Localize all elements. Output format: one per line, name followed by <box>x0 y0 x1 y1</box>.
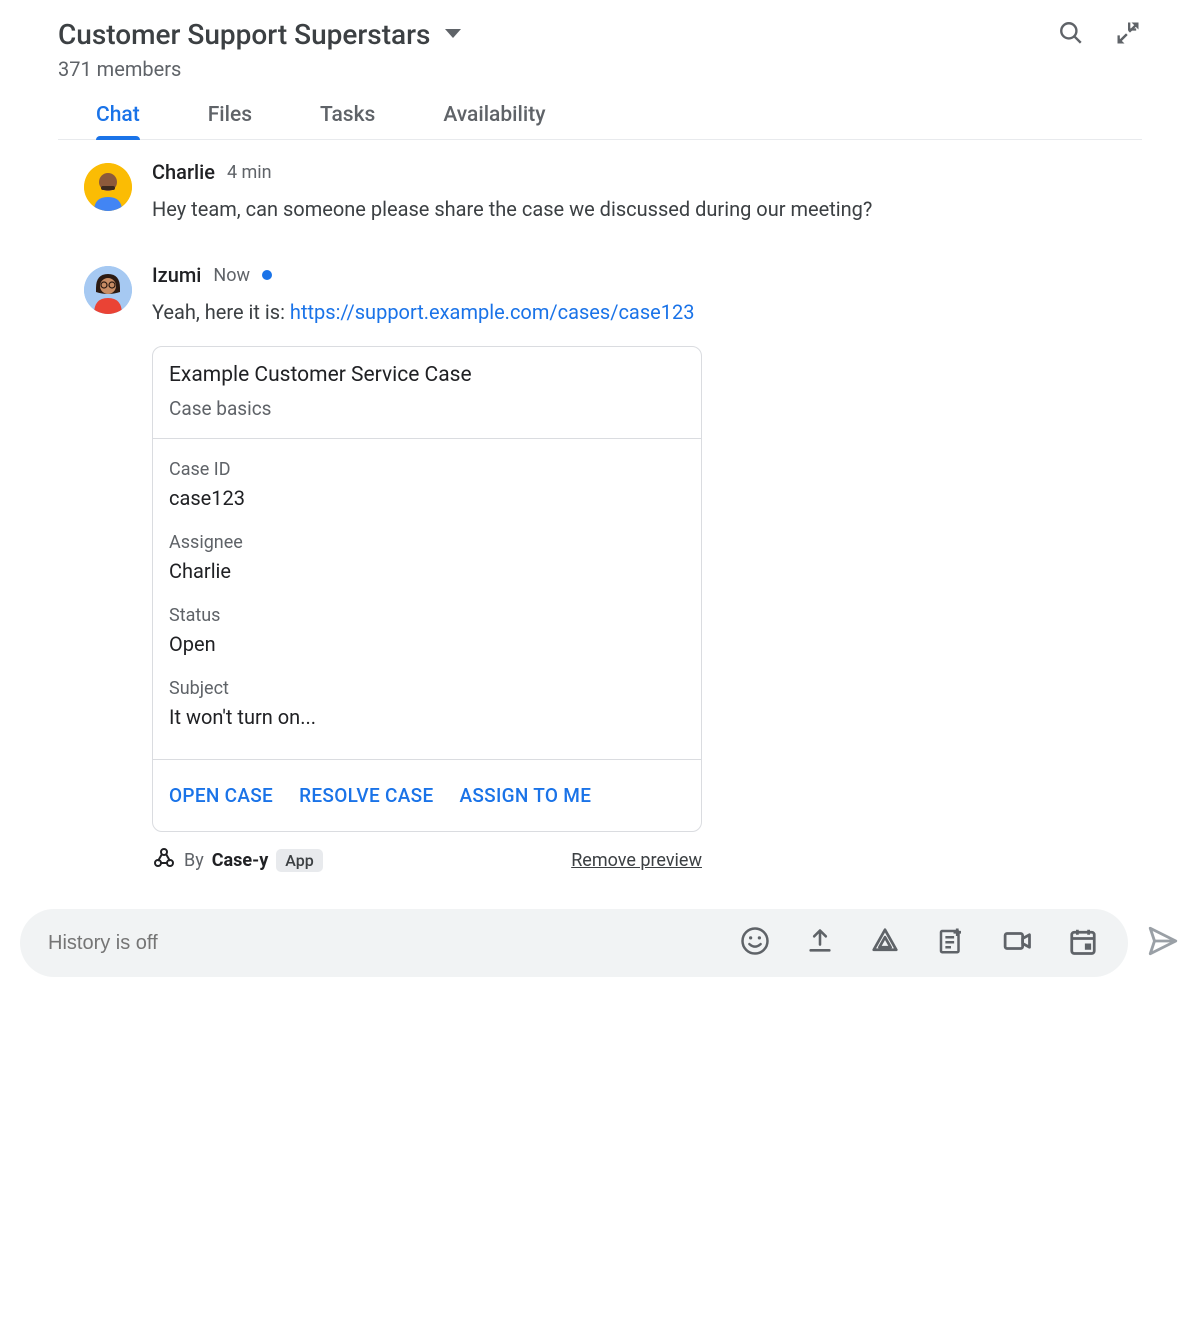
app-badge: App <box>276 849 322 872</box>
upload-icon[interactable] <box>806 927 834 959</box>
room-title: Customer Support Superstars <box>58 18 430 51</box>
drive-icon[interactable] <box>870 926 900 960</box>
remove-preview-link[interactable]: Remove preview <box>571 850 702 871</box>
tab-files[interactable]: Files <box>208 103 252 139</box>
emoji-icon[interactable] <box>740 926 770 960</box>
collapse-icon[interactable] <box>1114 19 1142 51</box>
message-timestamp: Now <box>213 265 250 286</box>
message-link[interactable]: https://support.example.com/cases/case12… <box>290 300 695 324</box>
field-value: Charlie <box>169 559 685 583</box>
message-sender: Izumi <box>152 263 201 287</box>
field-label: Status <box>169 605 685 626</box>
message: Izumi Now Yeah, here it is: https://supp… <box>84 263 1142 875</box>
resolve-case-button[interactable]: RESOLVE CASE <box>299 784 433 807</box>
message-timestamp: 4 min <box>227 162 272 183</box>
card-title: Example Customer Service Case <box>169 363 685 387</box>
tab-chat[interactable]: Chat <box>96 103 140 139</box>
field-label: Subject <box>169 678 685 699</box>
assign-to-me-button[interactable]: ASSIGN TO ME <box>459 784 591 807</box>
preview-card: Example Customer Service Case Case basic… <box>152 346 702 832</box>
message: Charlie 4 min Hey team, can someone plea… <box>84 160 1142 225</box>
message-input[interactable] <box>48 932 740 955</box>
chevron-down-icon[interactable] <box>444 25 462 44</box>
message-composer[interactable] <box>20 909 1128 977</box>
field-value: case123 <box>169 486 685 510</box>
message-sender: Charlie <box>152 160 215 184</box>
tab-availability[interactable]: Availability <box>443 103 545 139</box>
status-dot-icon <box>262 270 272 280</box>
tab-tasks[interactable]: Tasks <box>320 103 375 139</box>
avatar[interactable] <box>84 163 132 211</box>
app-name: Case-y <box>212 850 269 871</box>
tabs: Chat Files Tasks Availability <box>58 103 1142 140</box>
message-text: Hey team, can someone please share the c… <box>152 194 1142 225</box>
calendar-icon[interactable] <box>1068 926 1098 960</box>
webhook-icon <box>152 846 176 875</box>
message-text: Yeah, here it is: https://support.exampl… <box>152 297 1142 328</box>
member-count: 371 members <box>58 57 1142 81</box>
field-label: Case ID <box>169 459 685 480</box>
field-label: Assignee <box>169 532 685 553</box>
send-button[interactable] <box>1146 924 1180 962</box>
field-value: Open <box>169 632 685 656</box>
by-label: By <box>184 850 204 871</box>
open-case-button[interactable]: OPEN CASE <box>169 784 273 807</box>
field-value: It won't turn on... <box>169 705 685 729</box>
card-subtitle: Case basics <box>169 397 685 420</box>
video-call-icon[interactable] <box>1002 926 1032 960</box>
message-text-prefix: Yeah, here it is: <box>152 300 290 324</box>
create-doc-icon[interactable] <box>936 926 966 960</box>
avatar[interactable] <box>84 266 132 314</box>
room-title-group[interactable]: Customer Support Superstars <box>58 18 462 51</box>
search-icon[interactable] <box>1058 20 1084 50</box>
